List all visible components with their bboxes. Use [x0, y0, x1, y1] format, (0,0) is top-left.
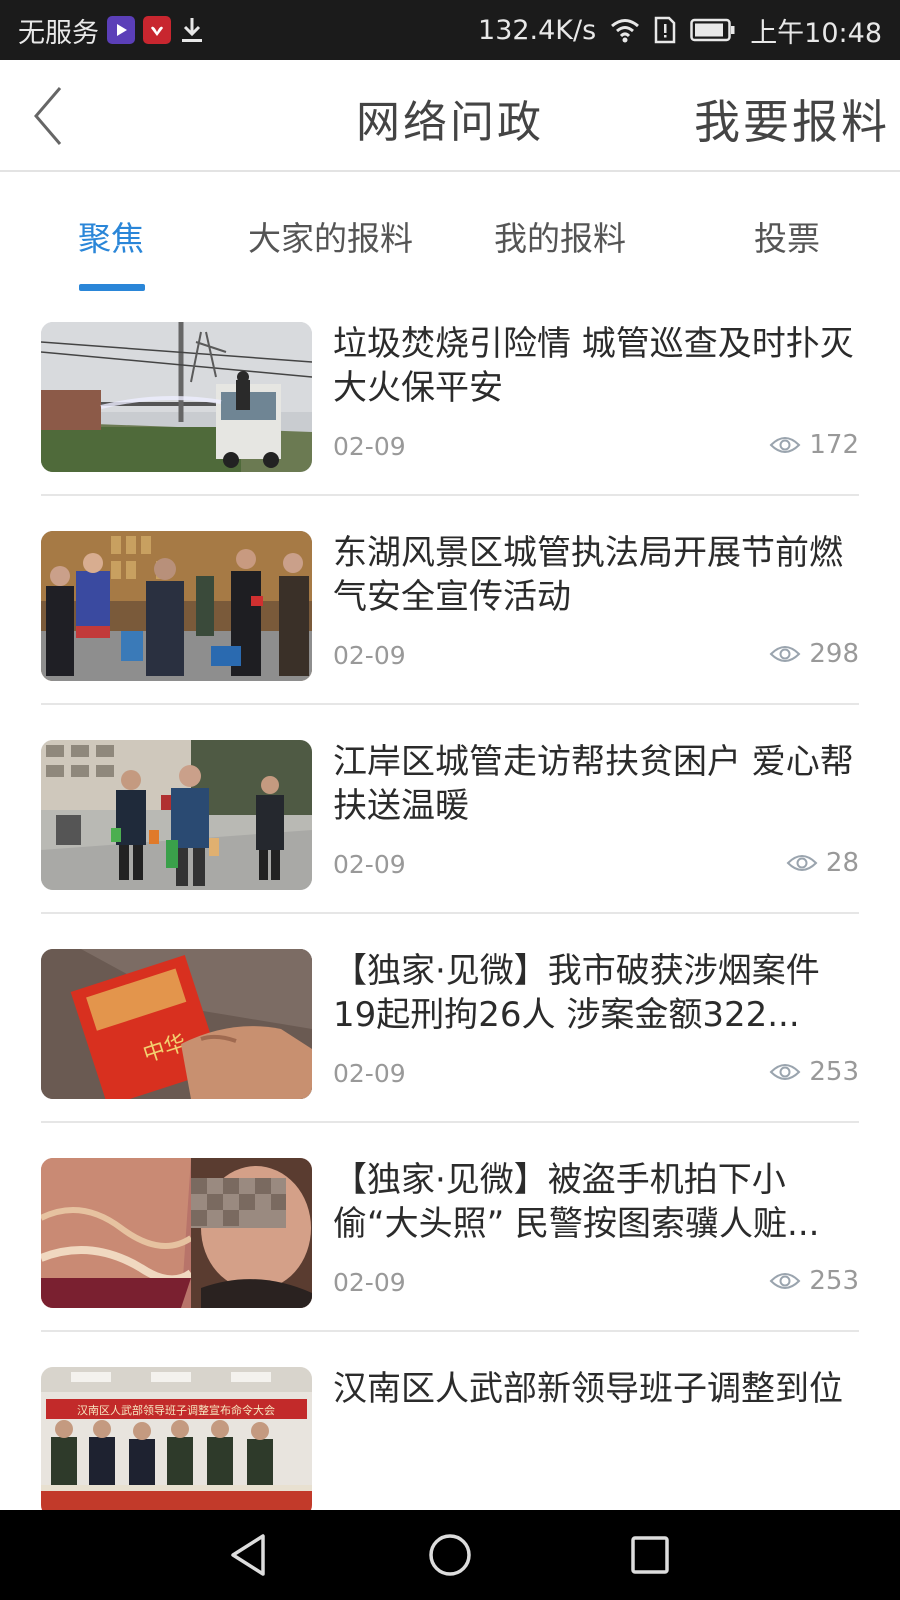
tab-everyones-reports[interactable]: 大家的报料: [248, 212, 413, 260]
tab-focus[interactable]: 聚焦: [78, 212, 144, 260]
article-item[interactable]: 东湖风景区城管执法局开展节前燃气安全宣传活动 02-09 298: [41, 511, 859, 724]
list-divider: [41, 1121, 859, 1123]
article-title: 【独家·见微】被盗手机拍下小偷“大头照” 民警按图索骥人赃...: [333, 1160, 820, 1244]
eye-icon: [769, 644, 801, 664]
eye-icon: [769, 435, 801, 455]
submit-report-button[interactable]: 我要报料: [694, 86, 890, 152]
article-title: 江岸区城管走访帮扶贫困户 爱心帮扶送温暖: [333, 742, 854, 826]
tab-bar: 聚焦 大家的报料 我的报料 投票: [0, 172, 900, 302]
nav-home-button[interactable]: [425, 1530, 475, 1580]
status-bar: 无服务 132.4K/s 上午10:48: [0, 0, 900, 60]
nav-back-button[interactable]: [225, 1530, 275, 1580]
download-icon: [179, 16, 205, 44]
article-thumbnail: [41, 740, 312, 890]
eye-icon: [769, 1062, 801, 1082]
view-count-value: 298: [809, 639, 859, 669]
sim-alert-icon: [654, 16, 676, 44]
active-tab-indicator: [79, 284, 145, 291]
carrier-text: 无服务: [18, 17, 99, 49]
view-count-value: 172: [809, 430, 859, 460]
article-thumbnail: [41, 531, 312, 681]
eye-icon: [769, 1271, 801, 1291]
article-title: 东湖风景区城管执法局开展节前燃气安全宣传活动: [333, 533, 843, 617]
article-thumbnail: 中华: [41, 949, 312, 1099]
app-header: 网络问政 我要报料: [0, 60, 900, 172]
video-app-icon: [107, 16, 135, 44]
article-item[interactable]: 【独家·见微】被盗手机拍下小偷“大头照” 民警按图索骥人赃... 02-09 2…: [41, 1138, 859, 1351]
view-count: 298: [769, 639, 859, 669]
view-count-value: 253: [809, 1057, 859, 1087]
article-title: 【独家·见微】我市破获涉烟案件19起刑拘26人 涉案金额322...: [333, 951, 820, 1035]
meeting-banner-text: 汉南区人武部领导班子调整宣布命令大会: [77, 1403, 275, 1417]
net-speed-text: 132.4K/s: [478, 14, 597, 46]
list-divider: [41, 1330, 859, 1332]
list-divider: [41, 703, 859, 705]
article-date: 02-09: [333, 850, 406, 879]
eye-icon: [786, 853, 818, 873]
article-date: 02-09: [333, 641, 406, 670]
article-item[interactable]: 中华 【独家·见微】我市破获涉烟案件19起刑拘26人 涉案金额322... 02…: [41, 929, 859, 1142]
view-count: 28: [786, 848, 859, 878]
wifi-icon: [610, 17, 640, 43]
recents-square-icon: [631, 1536, 669, 1574]
list-divider: [41, 494, 859, 496]
battery-icon: [690, 18, 736, 42]
back-triangle-icon: [231, 1534, 265, 1576]
article-date: 02-09: [333, 432, 406, 461]
article-date: 02-09: [333, 1059, 406, 1088]
tab-vote[interactable]: 投票: [754, 212, 820, 260]
view-count: 172: [769, 430, 859, 460]
article-thumbnail: [41, 1158, 312, 1308]
nav-recents-button[interactable]: [625, 1530, 675, 1580]
view-count-value: 253: [809, 1266, 859, 1296]
view-count-value: 28: [825, 848, 859, 878]
list-divider: [41, 912, 859, 914]
home-circle-icon: [429, 1534, 471, 1576]
view-count: 253: [769, 1057, 859, 1087]
view-count: 253: [769, 1266, 859, 1296]
article-item[interactable]: 垃圾焚烧引险情 城管巡查及时扑灭大火保平安 02-09 172: [41, 302, 859, 515]
tab-my-reports[interactable]: 我的报料: [494, 212, 626, 260]
article-thumbnail: [41, 322, 312, 472]
article-date: 02-09: [333, 1268, 406, 1297]
clock-text: 上午10:48: [750, 17, 882, 49]
article-title: 垃圾焚烧引险情 城管巡查及时扑灭大火保平安: [333, 324, 854, 408]
huawei-app-icon: [143, 16, 171, 44]
article-title: 汉南区人武部新领导班子调整到位: [333, 1369, 843, 1409]
article-item[interactable]: 江岸区城管走访帮扶贫困户 爱心帮扶送温暖 02-09 28: [41, 720, 859, 933]
system-nav-bar: [0, 1510, 900, 1600]
article-thumbnail: 汉南区人武部领导班子调整宣布命令大会: [41, 1367, 312, 1517]
